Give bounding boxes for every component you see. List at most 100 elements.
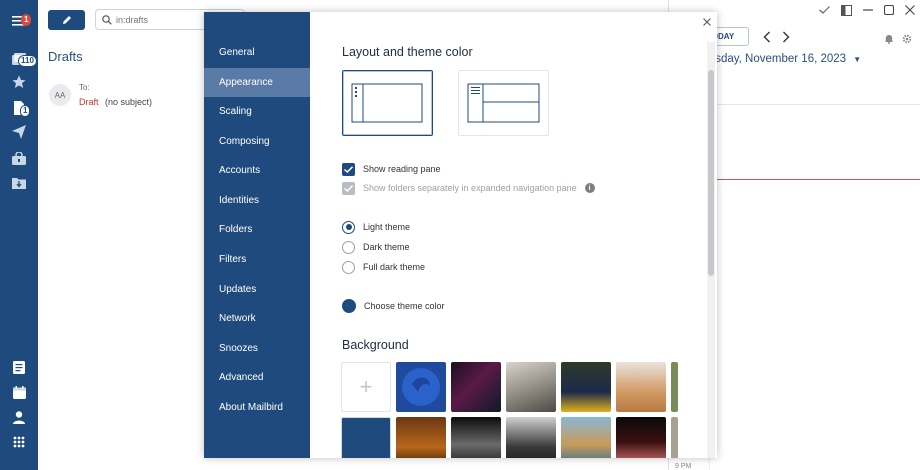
close-dialog-button[interactable]: [701, 16, 713, 28]
send-icon: [12, 125, 26, 139]
nav-about-mailbird[interactable]: About Mailbird: [204, 393, 310, 422]
background-thumbnail[interactable]: [451, 417, 501, 458]
folders-separately-checkbox[interactable]: [342, 181, 355, 195]
toggle-panel-button[interactable]: [839, 3, 853, 17]
background-thumbnail[interactable]: [671, 362, 678, 412]
mail-recipient-label: To:: [79, 83, 90, 92]
background-thumbnail[interactable]: [561, 362, 611, 412]
apps-grid-icon: [13, 436, 25, 448]
navigation-rail: 1 110 1: [0, 0, 38, 470]
background-thumbnail[interactable]: [616, 362, 666, 412]
nav-general[interactable]: General: [204, 38, 310, 67]
checkmark-icon: [344, 184, 353, 192]
notes-button[interactable]: [0, 355, 38, 379]
layout-vertical-preview-icon: [351, 83, 423, 123]
background-thumbnail[interactable]: [451, 362, 501, 412]
archive-button[interactable]: [0, 146, 38, 170]
compose-button[interactable]: [48, 10, 85, 30]
layout-horizontal-preview-icon: [467, 83, 540, 123]
archive-lock-icon: [12, 151, 26, 165]
nav-filters[interactable]: Filters: [204, 245, 310, 274]
background-thumbnail[interactable]: [671, 417, 678, 458]
layout-section-title: Layout and theme color: [342, 45, 473, 59]
layout-option-stacked[interactable]: [458, 70, 549, 136]
nav-updates[interactable]: Updates: [204, 275, 310, 304]
background-thumbnail[interactable]: [506, 362, 556, 412]
tasks-button[interactable]: [817, 3, 831, 17]
close-icon: [703, 18, 711, 26]
light-theme-radio[interactable]: [342, 220, 355, 234]
light-theme-label: Light theme: [363, 222, 411, 232]
folder-button[interactable]: [0, 171, 38, 195]
nav-folders[interactable]: Folders: [204, 215, 310, 244]
light-theme-option[interactable]: Light theme: [342, 220, 410, 234]
folder-title: Drafts: [48, 49, 83, 64]
layout-option-side-by-side[interactable]: [342, 70, 433, 136]
menu-button[interactable]: 1: [0, 9, 38, 33]
chevron-right-icon: [783, 31, 790, 43]
settings-scrollbar[interactable]: [707, 42, 715, 458]
reminders-button[interactable]: [884, 31, 894, 49]
caret-down-icon: ▼: [853, 55, 862, 64]
mail-subject: (no subject): [105, 97, 153, 107]
previous-button[interactable]: [763, 30, 773, 43]
show-folders-separately-option[interactable]: Show folders separately in expanded navi…: [342, 181, 595, 195]
calendar-settings-button[interactable]: [902, 31, 912, 49]
folders-separately-label: Show folders separately in expanded navi…: [363, 183, 577, 193]
drafts-button[interactable]: 1: [0, 96, 38, 120]
reading-pane-checkbox[interactable]: [342, 162, 355, 176]
theme-color-swatch[interactable]: [342, 299, 356, 313]
apps-button[interactable]: [0, 430, 38, 454]
background-thumbnail[interactable]: [396, 362, 446, 412]
choose-theme-color-option[interactable]: Choose theme color: [342, 299, 445, 313]
dark-theme-radio[interactable]: [342, 240, 355, 254]
add-background-button[interactable]: +: [341, 362, 391, 412]
maximize-icon: [884, 5, 894, 15]
mail-list-item[interactable]: AA To: Draft (no subject): [46, 80, 201, 114]
minimize-icon: [863, 9, 873, 11]
minimize-button[interactable]: [861, 3, 875, 17]
inbox-badge: 110: [18, 55, 37, 67]
background-thumbnail[interactable]: [396, 417, 446, 458]
info-icon[interactable]: i: [584, 183, 595, 193]
pencil-icon: [62, 16, 71, 24]
search-icon: [102, 14, 112, 25]
calendar-button[interactable]: [0, 380, 38, 404]
nav-scaling[interactable]: Scaling: [204, 97, 310, 126]
close-window-button[interactable]: [903, 3, 917, 17]
star-icon: [12, 75, 26, 88]
settings-dialog: General Appearance Scaling Composing Acc…: [204, 12, 717, 458]
background-thumbnail[interactable]: [506, 417, 556, 458]
contacts-button[interactable]: [0, 405, 38, 429]
show-reading-pane-option[interactable]: Show reading pane: [342, 162, 441, 176]
nav-snoozes[interactable]: Snoozes: [204, 334, 310, 363]
background-thumbnail-selected[interactable]: [341, 417, 391, 458]
draft-status-label: Draft: [79, 97, 99, 107]
nav-identities[interactable]: Identities: [204, 186, 310, 215]
next-button[interactable]: [782, 30, 792, 43]
full-dark-theme-option[interactable]: Full dark theme: [342, 260, 425, 274]
nav-appearance[interactable]: Appearance: [204, 68, 310, 97]
starred-button[interactable]: [0, 70, 38, 94]
nav-accounts[interactable]: Accounts: [204, 156, 310, 185]
inbox-button[interactable]: 110: [0, 48, 38, 72]
panel-icon: [840, 4, 852, 16]
maximize-button[interactable]: [882, 3, 896, 17]
calendar-icon: [12, 385, 26, 399]
background-section-title: Background: [342, 338, 409, 352]
nav-network[interactable]: Network: [204, 304, 310, 333]
dark-theme-option[interactable]: Dark theme: [342, 240, 410, 254]
scrollbar-thumb[interactable]: [708, 70, 714, 276]
full-dark-theme-radio[interactable]: [342, 260, 355, 274]
nav-advanced[interactable]: Advanced: [204, 363, 310, 392]
calendar-date-heading[interactable]: ursday, November 16, 2023 ▼: [705, 53, 861, 65]
calendar-time-label: 9 PM: [675, 463, 692, 470]
settings-navigation: General Appearance Scaling Composing Acc…: [204, 12, 310, 458]
background-thumbnail[interactable]: [561, 417, 611, 458]
mailbird-logo-icon: [402, 368, 440, 406]
sent-button[interactable]: [0, 120, 38, 144]
gear-icon: [902, 34, 912, 44]
nav-composing[interactable]: Composing: [204, 127, 310, 156]
background-thumbnail[interactable]: [616, 417, 666, 458]
mail-list-pane: Drafts AA To: Draft (no subject): [38, 0, 245, 470]
